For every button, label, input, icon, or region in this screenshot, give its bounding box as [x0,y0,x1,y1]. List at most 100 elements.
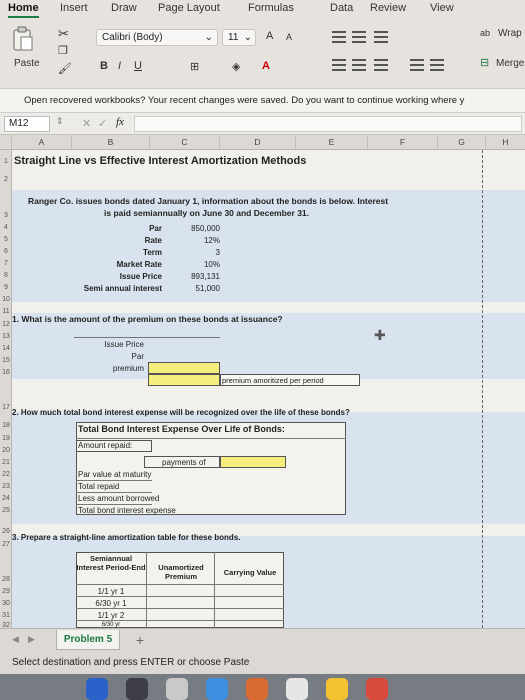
q1-label[interactable]: premium [72,364,144,373]
name-box-stepper-icon[interactable]: ⇕ [56,116,64,127]
param-value[interactable]: 51,000 [162,284,220,293]
column-header[interactable]: E [296,135,368,150]
formula-input[interactable] [134,116,522,132]
select-all[interactable] [0,135,12,150]
param-label[interactable]: Issue Price [12,272,162,281]
finder-icon[interactable] [86,678,108,700]
tab-page-layout[interactable]: Page Layout [158,0,220,18]
row-header[interactable]: 25 [0,507,12,514]
align-right-icon[interactable] [374,59,388,71]
row-header[interactable]: 13 [0,333,12,340]
launchpad-icon[interactable] [166,678,188,700]
param-value[interactable]: 12% [162,236,220,245]
increase-indent-icon[interactable] [430,59,444,71]
fill-color-icon[interactable]: ◈ [232,60,240,73]
align-center-icon[interactable] [352,59,366,71]
align-bottom-icon[interactable] [374,31,388,43]
column-header[interactable]: H [486,135,525,150]
param-value[interactable]: 893,131 [162,272,220,281]
row-header[interactable]: 3 [0,212,12,219]
q2-item[interactable]: Total bond interest expense [78,506,176,515]
row-header[interactable]: 11 [0,308,12,315]
payments-input-cell[interactable] [220,456,286,468]
safari-icon[interactable] [206,678,228,700]
intro-line-1[interactable]: Ranger Co. issues bonds dated January 1,… [28,196,388,206]
row-header[interactable]: 29 [0,588,12,595]
notes-icon[interactable] [326,678,348,700]
wrap-text-button[interactable]: Wrap [498,28,522,39]
premium-per-period-cell[interactable] [148,374,220,386]
row-header[interactable]: 28 [0,576,12,583]
worksheet-grid[interactable]: Straight Line vs Effective Interest Amor… [12,150,525,628]
reminders-icon[interactable] [366,678,388,700]
table-header-period[interactable]: Semiannual Interest Period-End [76,554,146,572]
q1-label[interactable]: Issue Price [72,340,144,349]
table-header-carrying[interactable]: Carrying Value [216,568,284,577]
row-header[interactable]: 24 [0,495,12,502]
add-sheet-button[interactable]: + [136,632,144,648]
function-icon[interactable]: fx [116,116,124,128]
param-label[interactable]: Term [12,248,162,257]
table-header-premium[interactable]: Unamortized Premium [148,563,214,581]
row-header[interactable]: 1 [0,158,12,165]
param-label[interactable]: Par [12,224,162,233]
row-header[interactable]: 17 [0,404,12,411]
calendar-icon[interactable] [286,678,308,700]
q2-item[interactable]: Par value at maturity [78,470,151,479]
param-label[interactable]: Semi annual interest [12,284,162,293]
table-period[interactable]: 6/30 yr 1 [76,599,146,608]
name-box[interactable]: M12 [4,116,50,132]
row-header[interactable]: 15 [0,357,12,364]
font-name-select[interactable]: Calibri (Body) ⌄ [96,29,218,46]
next-sheet-icon[interactable]: ▶ [28,634,35,645]
question-1[interactable]: 1. What is the amount of the premium on … [12,314,283,324]
intro-line-2[interactable]: is paid semiannually on June 30 and Dece… [104,208,309,218]
wrap-text-icon[interactable]: ab [480,28,490,38]
grow-font-button[interactable]: A [266,30,273,42]
param-value[interactable]: 10% [162,260,220,269]
q2-item[interactable]: Total repaid [78,482,119,491]
column-header[interactable]: A [12,135,72,150]
font-color-icon[interactable]: A [262,60,270,72]
row-header[interactable]: 8 [0,272,12,279]
italic-button[interactable]: I [118,60,121,72]
tab-draw[interactable]: Draw [111,0,137,18]
app-icon[interactable] [246,678,268,700]
row-header[interactable]: 26 [0,528,12,535]
q2-header[interactable]: Total Bond Interest Expense Over Life of… [78,424,285,434]
row-header[interactable]: 4 [0,224,12,231]
row-header[interactable]: 9 [0,284,12,291]
row-header[interactable]: 22 [0,471,12,478]
tab-home[interactable]: Home [8,0,39,18]
q1-label[interactable]: Par [72,352,144,361]
param-label[interactable]: Rate [12,236,162,245]
align-middle-icon[interactable] [352,31,366,43]
param-label[interactable]: Market Rate [12,260,162,269]
q2-payments-of[interactable]: payments of [162,458,206,467]
tab-review[interactable]: Review [370,0,406,18]
row-header[interactable]: 23 [0,483,12,490]
param-value[interactable]: 850,000 [162,224,220,233]
row-header[interactable]: 27 [0,541,12,548]
column-header[interactable]: F [368,135,438,150]
paste-button[interactable] [12,26,34,52]
column-header[interactable]: D [220,135,296,150]
align-top-icon[interactable] [332,31,346,43]
prev-sheet-icon[interactable]: ◀ [12,634,19,645]
copy-icon[interactable]: ❐ [58,44,68,57]
bold-button[interactable]: B [100,60,108,72]
q2-item[interactable]: Less amount borrowed [78,494,159,503]
align-left-icon[interactable] [332,59,346,71]
tab-insert[interactable]: Insert [60,0,88,18]
table-period[interactable]: 1/1 yr 2 [76,611,146,620]
tab-formulas[interactable]: Formulas [248,0,294,18]
decrease-indent-icon[interactable] [410,59,424,71]
row-header[interactable]: 30 [0,600,12,607]
row-header[interactable]: 21 [0,459,12,466]
borders-icon[interactable]: ⊞ [190,60,199,73]
row-header[interactable]: 20 [0,447,12,454]
row-header[interactable]: 7 [0,260,12,267]
column-header[interactable]: B [72,135,150,150]
underline-button[interactable]: U [134,60,142,72]
row-header[interactable]: 14 [0,345,12,352]
